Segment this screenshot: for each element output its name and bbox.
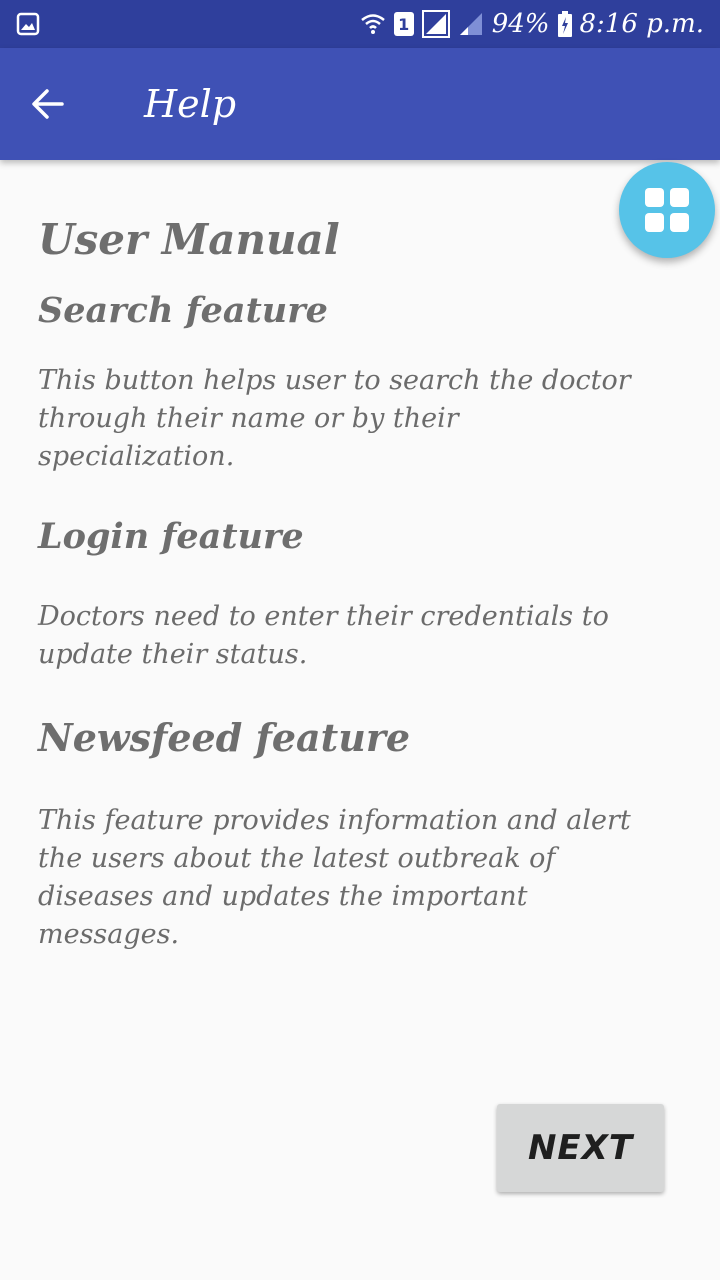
wifi-icon [360, 12, 386, 36]
next-button[interactable]: NEXT [497, 1104, 664, 1192]
manual-title: User Manual [38, 215, 340, 264]
arrow-back-icon [31, 87, 65, 121]
section-heading-search: Search feature [38, 290, 328, 331]
back-button[interactable] [0, 48, 96, 160]
section-body-login: Doctors need to enter their credentials … [38, 601, 609, 670]
gallery-notification-icon [16, 12, 40, 36]
signal-icon [458, 11, 484, 37]
clock: 8:16 p.m. [579, 9, 704, 39]
battery-charging-icon [557, 11, 572, 37]
section-body-search: This button helps user to search the doc… [38, 365, 631, 472]
signal-icon [421, 10, 450, 38]
battery-percent: 94% [491, 9, 550, 39]
status-bar: 1 94% 8:16 p.m. [0, 0, 720, 48]
help-content: User Manual Search feature This button h… [38, 200, 658, 954]
app-bar: Help [0, 48, 720, 160]
sim-icon: 1 [393, 12, 414, 36]
section-body-newsfeed: This feature provides information and al… [38, 805, 631, 950]
section-heading-newsfeed: Newsfeed feature [38, 715, 411, 760]
section-heading-login: Login feature [38, 516, 304, 557]
page-title: Help [144, 82, 237, 126]
